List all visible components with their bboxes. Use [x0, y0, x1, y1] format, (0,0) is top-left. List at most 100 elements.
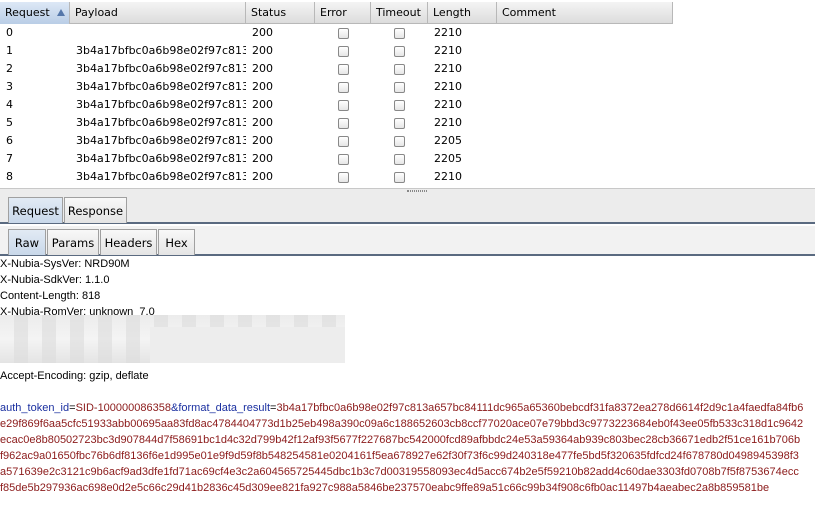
cell-request: 6 [6, 134, 13, 147]
table-body: 0 200 2210 1 3b4a17bfbc0a6b98e02f97c813... 20… [0, 24, 673, 186]
cell-length: 2210 [434, 98, 462, 111]
column-header-payload[interactable]: Payload [70, 2, 246, 24]
param-value: SID-100000086358 [75, 402, 171, 414]
column-header-error[interactable]: Error [315, 2, 371, 24]
tab-hex[interactable]: Hex [158, 229, 195, 255]
column-label: Error [320, 6, 347, 19]
cell-length: 2205 [434, 152, 462, 165]
cell-timeout [371, 60, 428, 78]
column-header-request[interactable]: Request [0, 2, 70, 24]
cell-length: 2205 [434, 134, 462, 147]
timeout-checkbox [394, 81, 405, 93]
timeout-checkbox [394, 171, 405, 183]
error-checkbox [337, 45, 349, 57]
cell-payload [70, 24, 246, 42]
timeout-checkbox [394, 27, 405, 39]
cell-timeout [371, 96, 428, 114]
cell-timeout [371, 168, 428, 186]
body-line: ecac0e8b80502723bc3d907844d7f58691bc1d4c… [0, 434, 801, 446]
param-value: 3b4a17bfbc0a6b98e02f97c813a657bc84111dc9… [276, 402, 804, 414]
redacted-region [0, 315, 345, 363]
cell-error [315, 114, 371, 132]
header-line: Content-Length: 818 [0, 290, 101, 302]
error-checkbox [337, 117, 349, 129]
table-row[interactable]: 8 3b4a17bfbc0a6b98e02f97c813... 200 2210 [0, 168, 673, 186]
column-header-status[interactable]: Status [246, 2, 315, 24]
cell-timeout [371, 24, 428, 42]
tab-headers[interactable]: Headers [100, 229, 157, 255]
table-header: Request Payload Status Error Timeout Len… [0, 2, 673, 24]
error-checkbox [337, 135, 349, 147]
cell-status: 200 [252, 98, 273, 111]
cell-request: 5 [6, 116, 13, 129]
cell-request: 3 [6, 80, 13, 93]
column-header-comment[interactable]: Comment [497, 2, 673, 24]
cell-request: 0 [6, 26, 13, 39]
cell-error [315, 96, 371, 114]
table-row[interactable]: 2 3b4a17bfbc0a6b98e02f97c813... 200 2210 [0, 60, 673, 78]
results-table[interactable]: Request Payload Status Error Timeout Len… [0, 0, 815, 188]
column-header-timeout[interactable]: Timeout [371, 2, 428, 24]
cell-comment [497, 60, 673, 78]
error-checkbox [337, 27, 349, 39]
table-row[interactable]: 3 3b4a17bfbc0a6b98e02f97c813... 200 2210 [0, 78, 673, 96]
timeout-checkbox [394, 135, 405, 147]
cell-status: 200 [252, 80, 273, 93]
error-checkbox [337, 153, 349, 165]
body-line: auth_token_id=SID-100000086358&format_da… [0, 400, 803, 416]
view-tab-bar: Raw Params Headers Hex [0, 226, 815, 256]
header-line: Accept-Encoding: gzip, deflate [0, 370, 149, 382]
cell-payload: 3b4a17bfbc0a6b98e02f97c813... [76, 152, 246, 165]
tab-params[interactable]: Params [47, 229, 99, 255]
cell-error [315, 168, 371, 186]
cell-status: 200 [252, 44, 273, 57]
column-header-length[interactable]: Length [428, 2, 497, 24]
sort-ascending-icon [57, 9, 65, 16]
cell-length: 2210 [434, 170, 462, 183]
error-checkbox [337, 63, 349, 75]
timeout-checkbox [394, 45, 405, 57]
timeout-checkbox [394, 153, 405, 165]
cell-request: 2 [6, 62, 13, 75]
cell-payload: 3b4a17bfbc0a6b98e02f97c813... [76, 134, 246, 147]
cell-length: 2210 [434, 26, 462, 39]
table-row[interactable]: 0 200 2210 [0, 24, 673, 42]
cell-status: 200 [252, 152, 273, 165]
column-label: Comment [502, 6, 556, 19]
table-row[interactable]: 6 3b4a17bfbc0a6b98e02f97c813... 200 2205 [0, 132, 673, 150]
table-row[interactable]: 5 3b4a17bfbc0a6b98e02f97c813... 200 2210 [0, 114, 673, 132]
timeout-checkbox [394, 117, 405, 129]
cell-comment [497, 114, 673, 132]
error-checkbox [337, 171, 349, 183]
cell-payload: 3b4a17bfbc0a6b98e02f97c813... [76, 80, 246, 93]
cell-request: 8 [6, 170, 13, 183]
cell-timeout [371, 42, 428, 60]
cell-comment [497, 96, 673, 114]
cell-timeout [371, 114, 428, 132]
message-tab-bar: Request Response [0, 193, 815, 224]
cell-request: 1 [6, 44, 13, 57]
column-label: Request [5, 6, 50, 19]
column-label: Timeout [376, 6, 421, 19]
cell-payload: 3b4a17bfbc0a6b98e02f97c813... [76, 98, 246, 111]
cell-payload: 3b4a17bfbc0a6b98e02f97c813... [76, 116, 246, 129]
tab-raw[interactable]: Raw [8, 229, 46, 255]
cell-request: 4 [6, 98, 13, 111]
column-label: Status [251, 6, 287, 19]
body-line: f962ac9a01650fbc76b6df8136f6e1d995e01e9f… [0, 450, 799, 462]
table-row[interactable]: 4 3b4a17bfbc0a6b98e02f97c813... 200 2210 [0, 96, 673, 114]
table-row[interactable]: 7 3b4a17bfbc0a6b98e02f97c813... 200 2205 [0, 150, 673, 168]
cell-timeout [371, 150, 428, 168]
tab-response[interactable]: Response [64, 197, 127, 223]
cell-request: 7 [6, 152, 13, 165]
drag-handle-icon[interactable] [407, 190, 427, 192]
cell-payload: 3b4a17bfbc0a6b98e02f97c813... [76, 44, 246, 57]
request-editor[interactable]: X-Nubia-SysVer: NRD90M X-Nubia-SdkVer: 1… [0, 258, 815, 513]
cell-length: 2210 [434, 116, 462, 129]
column-label: Payload [75, 6, 118, 19]
timeout-checkbox [394, 99, 405, 111]
cell-comment [497, 150, 673, 168]
tab-request[interactable]: Request [8, 197, 63, 223]
cell-timeout [371, 132, 428, 150]
table-row[interactable]: 1 3b4a17bfbc0a6b98e02f97c813... 200 2210 [0, 42, 673, 60]
